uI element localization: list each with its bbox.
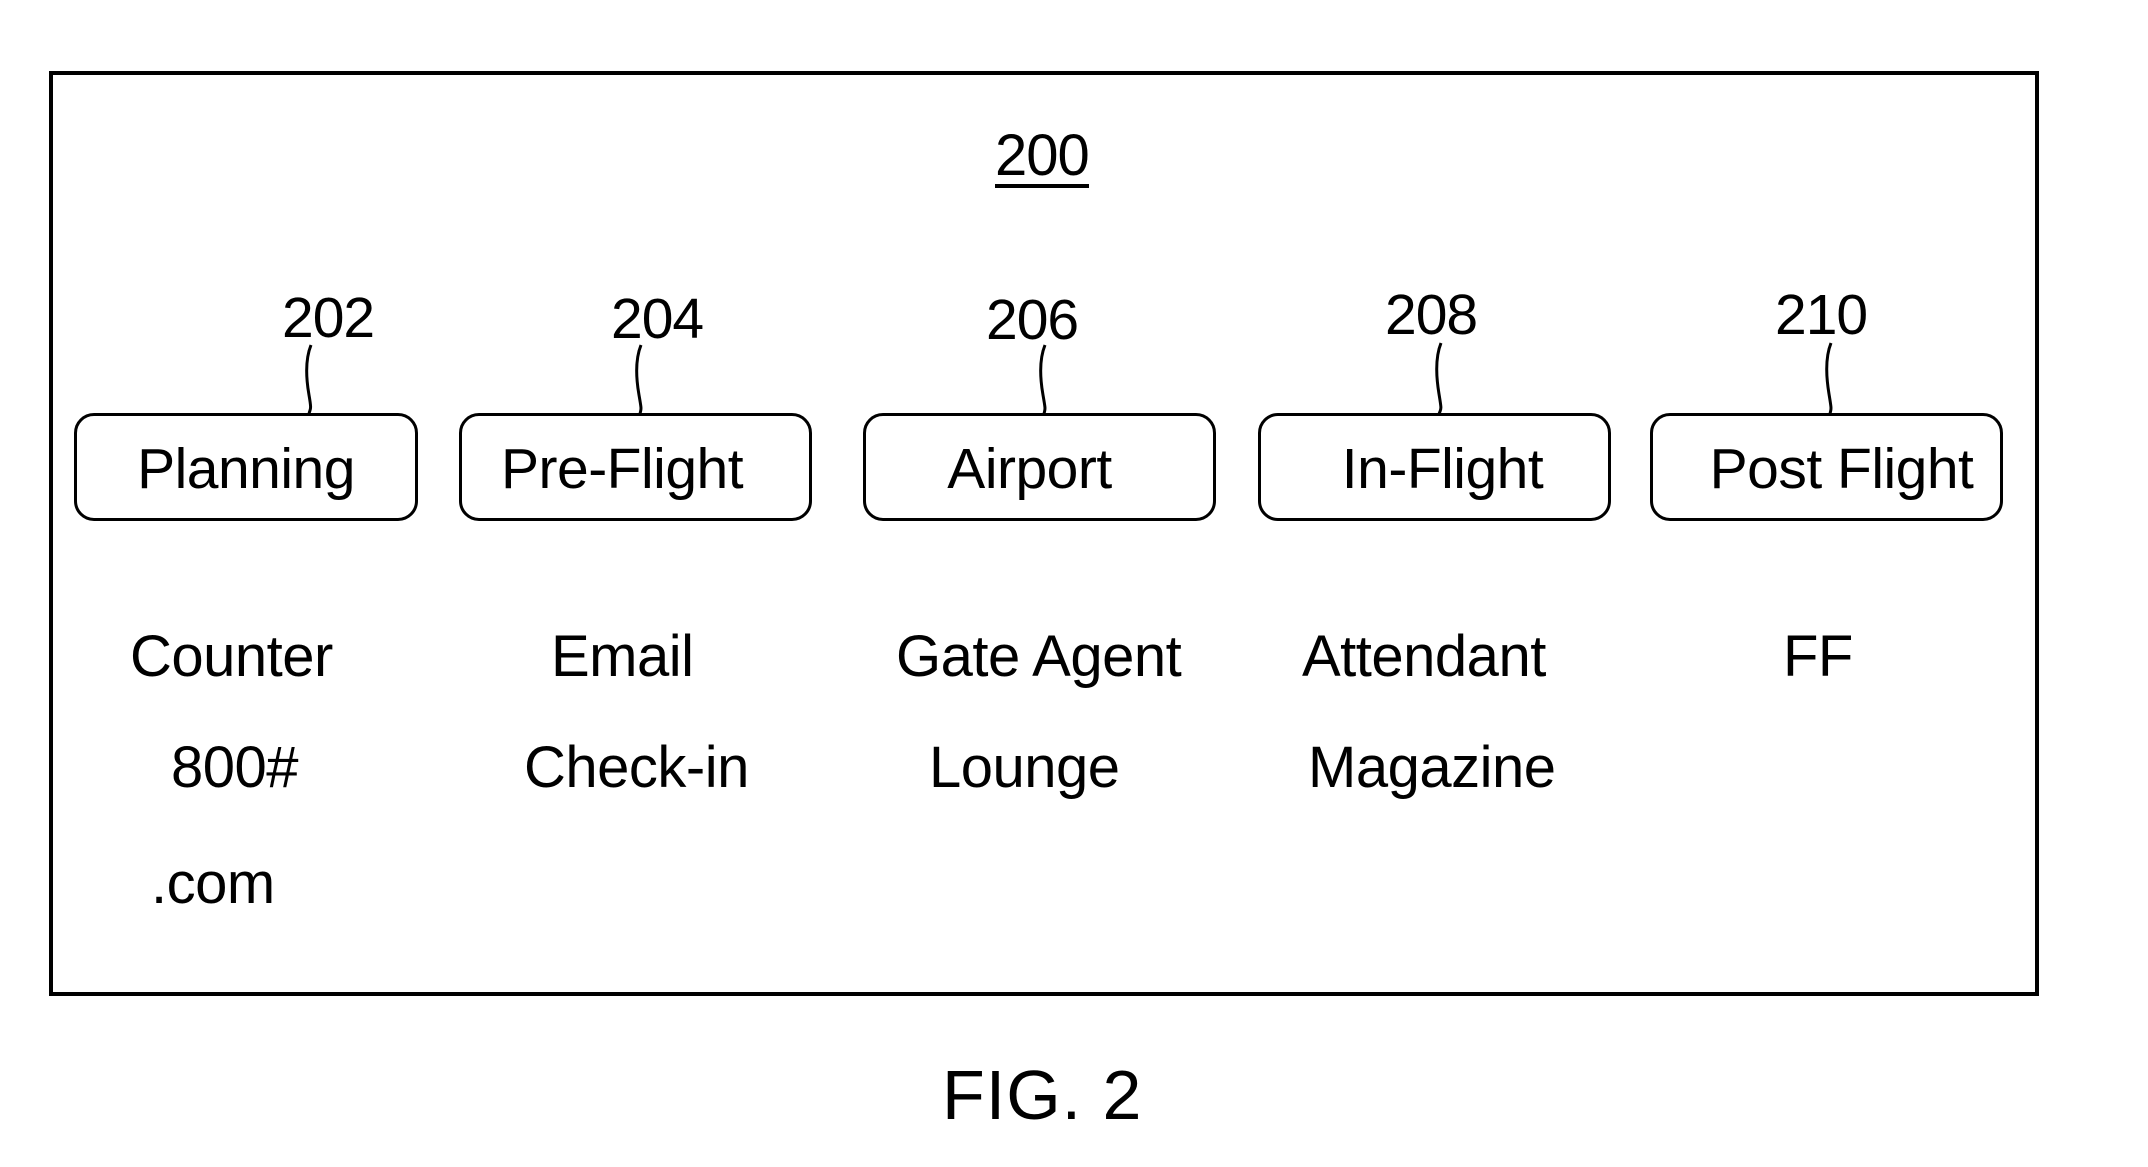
touchpoint-item: 800# <box>171 735 299 800</box>
touchpoint-item: Lounge <box>929 735 1120 800</box>
figure-caption: FIG. 2 <box>942 1056 1143 1134</box>
stage-box-in-flight: In-Flight <box>1258 413 1611 521</box>
touchpoint-item: Email <box>551 624 694 689</box>
stage-label: Planning <box>137 436 355 501</box>
touchpoint-item: Attendant <box>1302 624 1546 689</box>
stage-label: In-Flight <box>1341 436 1544 501</box>
stage-box-airport: Airport <box>863 413 1216 521</box>
touchpoint-item: Gate Agent <box>896 624 1182 689</box>
touchpoint-item: FF <box>1783 624 1853 689</box>
touchpoint-item: Magazine <box>1308 735 1556 800</box>
touchpoint-item: Counter <box>130 624 333 689</box>
figure-reference-number: 200 <box>995 123 1090 188</box>
figure-frame <box>49 71 2039 996</box>
stage-label: Post Flight <box>1709 436 1974 501</box>
stage-ref-number: 208 <box>1385 283 1478 347</box>
touchpoint-item: .com <box>151 851 275 916</box>
stage-label: Airport <box>947 436 1112 501</box>
stage-box-post-flight: Post Flight <box>1650 413 2003 521</box>
stage-label: Pre-Flight <box>501 436 744 501</box>
stage-ref-number: 204 <box>611 287 704 351</box>
touchpoint-item: Check-in <box>524 735 749 800</box>
stage-ref-number: 206 <box>986 288 1079 352</box>
stage-box-pre-flight: Pre-Flight <box>459 413 812 521</box>
stage-ref-number: 202 <box>282 286 375 350</box>
stage-ref-number: 210 <box>1775 283 1868 347</box>
stage-box-planning: Planning <box>74 413 418 521</box>
